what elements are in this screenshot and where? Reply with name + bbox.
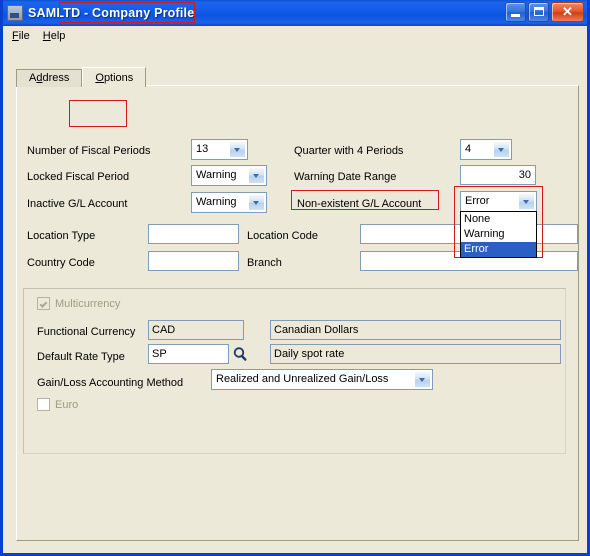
window-title: SAMLTD - Company Profile [28, 6, 195, 20]
non-existent-gl-account-combo[interactable]: Error [460, 191, 537, 212]
menu-item-file[interactable]: File [8, 28, 39, 44]
label-location-type: Location Type [27, 230, 96, 242]
functional-currency-code-input[interactable]: CAD [148, 320, 244, 340]
default-rate-type-input[interactable]: SP [148, 344, 229, 364]
chevron-down-icon[interactable] [414, 371, 431, 388]
label-non-existent-gl-account: Non-existent G/L Account [297, 198, 422, 210]
locked-fiscal-period-combo[interactable]: Warning [191, 165, 267, 186]
close-button[interactable]: ✕ [551, 2, 584, 22]
number-of-fiscal-periods-value: 13 [196, 143, 209, 155]
company-profile-window: SAMLTD - Company Profile ✕ File Help Add… [0, 0, 590, 556]
functional-currency-description: Canadian Dollars [270, 320, 561, 340]
minimize-button[interactable] [505, 2, 526, 22]
label-euro: Euro [55, 399, 79, 411]
default-rate-type-description: Daily spot rate [270, 344, 561, 364]
chevron-down-icon[interactable] [493, 141, 510, 158]
maximize-icon [534, 7, 544, 16]
locked-fiscal-period-value: Warning [196, 169, 237, 181]
label-number-of-fiscal-periods: Number of Fiscal Periods [27, 145, 151, 157]
menu-item-file-label: ile [18, 30, 30, 42]
dropdown-option-warning[interactable]: Warning [461, 227, 536, 242]
number-of-fiscal-periods-combo[interactable]: 13 [191, 139, 248, 160]
label-country-code: Country Code [27, 257, 95, 269]
dropdown-option-none[interactable]: None [461, 212, 536, 227]
label-locked-fiscal-period: Locked Fiscal Period [27, 171, 130, 183]
label-multicurrency: Multicurrency [55, 298, 121, 310]
gain-loss-accounting-method-combo[interactable]: Realized and Unrealized Gain/Loss [211, 369, 433, 390]
quarter-with-4-periods-combo[interactable]: 4 [460, 139, 512, 160]
label-quarter-with-4-periods: Quarter with 4 Periods [294, 145, 404, 157]
magnifier-icon[interactable] [231, 345, 249, 363]
non-existent-gl-account-dropdown-list[interactable]: None Warning Error [460, 211, 537, 258]
menu-bar: File Help [3, 26, 587, 47]
euro-checkbox [37, 398, 50, 411]
menu-item-help-label: elp [50, 30, 66, 42]
label-branch: Branch [247, 257, 282, 269]
inactive-gl-account-value: Warning [196, 196, 237, 208]
minimize-icon [511, 14, 520, 17]
client-area: Address Options Number of Fiscal Periods… [3, 47, 587, 553]
country-code-input[interactable] [148, 251, 239, 271]
quarter-with-4-periods-value: 4 [465, 143, 472, 155]
label-warning-date-range: Warning Date Range [294, 171, 397, 183]
chevron-down-icon[interactable] [248, 194, 265, 211]
location-type-input[interactable] [148, 224, 239, 244]
chevron-down-icon[interactable] [248, 167, 265, 184]
label-location-code: Location Code [247, 230, 318, 242]
menu-item-help[interactable]: Help [39, 28, 75, 44]
chevron-down-icon[interactable] [518, 193, 535, 210]
chevron-down-icon[interactable] [229, 141, 246, 158]
gain-loss-accounting-method-value: Realized and Unrealized Gain/Loss [216, 373, 389, 385]
title-bar: SAMLTD - Company Profile ✕ [3, 0, 587, 26]
label-inactive-gl-account: Inactive G/L Account [27, 198, 128, 210]
label-functional-currency: Functional Currency [37, 326, 136, 338]
warning-date-range-input[interactable]: 30 [460, 165, 536, 185]
label-default-rate-type: Default Rate Type [37, 351, 125, 363]
maximize-button[interactable] [528, 2, 549, 22]
non-existent-gl-account-value: Error [465, 195, 490, 207]
window-controls: ✕ [505, 2, 584, 22]
label-gain-loss-accounting-method: Gain/Loss Accounting Method [37, 377, 184, 389]
tab-options[interactable]: Options [82, 67, 147, 87]
inactive-gl-account-combo[interactable]: Warning [191, 192, 267, 213]
app-window-icon [7, 5, 23, 21]
tab-strip: Address Options [16, 65, 147, 87]
close-icon: ✕ [562, 4, 573, 19]
dropdown-option-error[interactable]: Error [461, 242, 536, 257]
tab-address[interactable]: Address [16, 69, 83, 87]
multicurrency-checkbox [37, 297, 50, 310]
